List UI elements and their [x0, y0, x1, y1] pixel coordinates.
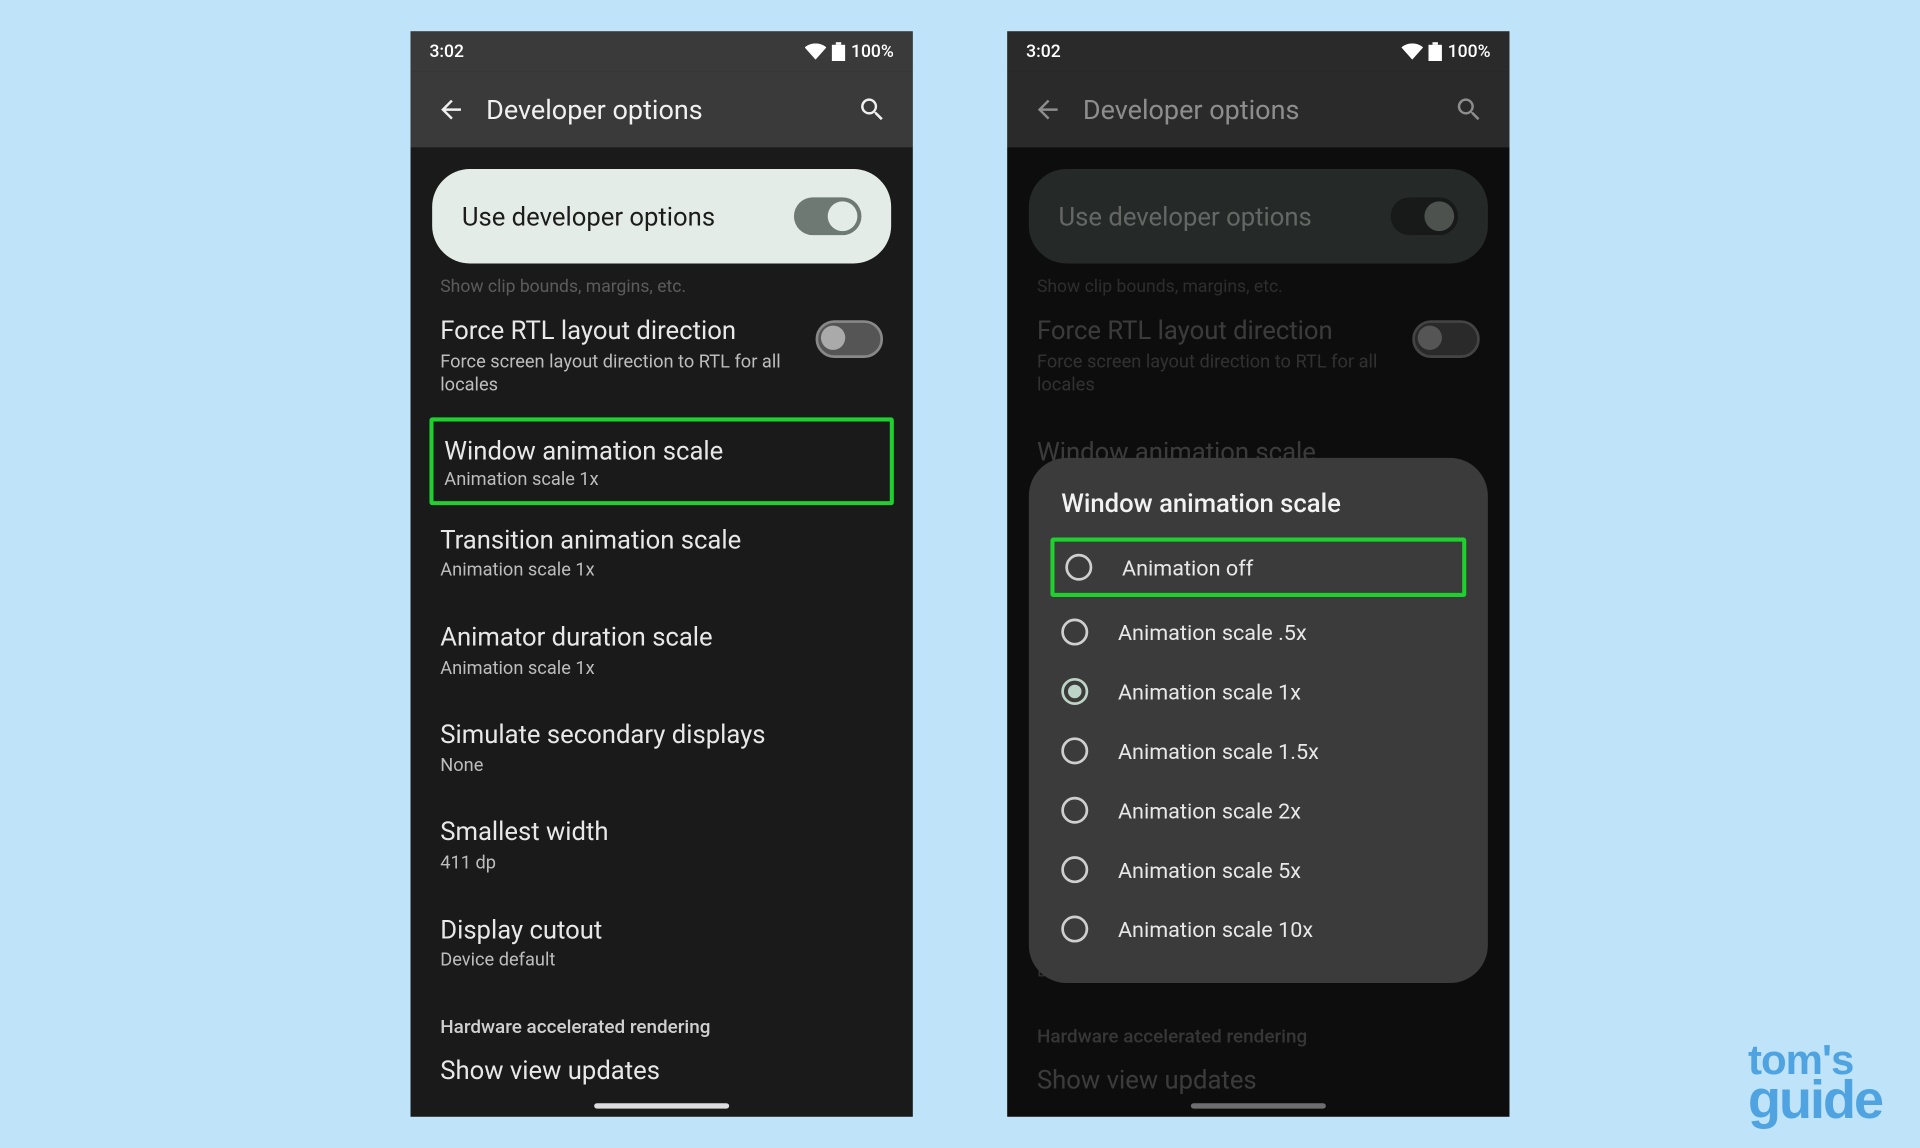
radio-animation-2x[interactable]: Animation scale 2x — [1029, 781, 1488, 840]
content-area[interactable]: Use developer options Show clip bounds, … — [411, 147, 913, 1116]
window-anim-sub: Animation scale 1x — [444, 468, 879, 490]
radio-label: Animation scale 5x — [1118, 857, 1301, 883]
setting-smallest-width[interactable]: Smallest width 411 dp — [411, 797, 913, 895]
sim-disp-title: Simulate secondary displays — [440, 719, 883, 752]
radio-icon — [1065, 554, 1092, 581]
radio-icon — [1061, 619, 1088, 646]
status-bar: 3:02 100% — [411, 31, 913, 72]
display-cutout-title: Display cutout — [440, 914, 883, 947]
radio-label: Animation scale 1x — [1118, 679, 1301, 705]
radio-label: Animation scale .5x — [1118, 619, 1307, 645]
radio-label: Animation off — [1122, 554, 1253, 580]
appbar-title: Developer options — [478, 93, 845, 125]
content-area: Use developer options Show clip bounds, … — [1007, 147, 1509, 1116]
radio-animation-05x[interactable]: Animation scale .5x — [1029, 602, 1488, 661]
search-button[interactable] — [1442, 83, 1496, 137]
radio-animation-10x[interactable]: Animation scale 10x — [1029, 899, 1488, 958]
arrow-back-icon — [436, 95, 466, 125]
wifi-icon — [1402, 43, 1424, 59]
show-view-updates-title: Show view updates — [440, 1055, 883, 1088]
radio-icon — [1061, 797, 1088, 824]
phone-left: 3:02 100% Developer options Use develope… — [411, 31, 913, 1116]
radio-label: Animation scale 1.5x — [1118, 738, 1319, 764]
setting-transition-anim[interactable]: Transition animation scale Animation sca… — [411, 505, 913, 603]
status-bar: 3:02 100% — [1007, 31, 1509, 72]
battery-percent: 100% — [851, 41, 894, 61]
radio-animation-15x[interactable]: Animation scale 1.5x — [1029, 721, 1488, 780]
radio-label: Animation scale 10x — [1118, 916, 1313, 942]
battery-icon — [1429, 42, 1443, 61]
force-rtl-title: Force RTL layout direction — [440, 315, 802, 348]
use-dev-options-label: Use developer options — [462, 201, 794, 232]
status-time: 3:02 — [1026, 41, 1061, 61]
setting-display-cutout[interactable]: Display cutout Device default — [411, 895, 913, 993]
animator-dur-title: Animator duration scale — [440, 621, 883, 654]
setting-simulate-displays[interactable]: Simulate secondary displays None — [411, 700, 913, 798]
force-rtl-switch[interactable] — [816, 320, 884, 358]
phone-right: 3:02 100% Developer options Use develope… — [1007, 31, 1509, 1116]
app-bar: Developer options — [411, 72, 913, 148]
appbar-title: Developer options — [1075, 93, 1442, 125]
radio-icon — [1061, 916, 1088, 943]
radio-icon — [1061, 856, 1088, 883]
smallest-width-sub: 411 dp — [440, 852, 883, 876]
search-icon — [857, 95, 887, 125]
search-button[interactable] — [845, 83, 899, 137]
sim-disp-sub: None — [440, 755, 883, 779]
radio-animation-1x[interactable]: Animation scale 1x — [1029, 662, 1488, 721]
radio-icon — [1061, 737, 1088, 764]
setting-animator-duration[interactable]: Animator duration scale Animation scale … — [411, 602, 913, 700]
window-anim-dialog: Window animation scale Animation off Ani… — [1029, 458, 1488, 983]
transition-anim-sub: Animation scale 1x — [440, 560, 883, 584]
radio-animation-off[interactable]: Animation off — [1055, 542, 1463, 593]
logo-line2: guide — [1748, 1078, 1882, 1124]
smallest-width-title: Smallest width — [440, 816, 883, 849]
highlight-animation-off: Animation off — [1050, 538, 1466, 597]
toms-guide-logo: tom's guide — [1748, 1042, 1882, 1124]
back-button[interactable] — [424, 83, 478, 137]
animator-dur-sub: Animation scale 1x — [440, 657, 883, 681]
force-rtl-sub: Force screen layout direction to RTL for… — [440, 351, 802, 398]
status-time: 3:02 — [429, 41, 464, 61]
use-dev-options-card[interactable]: Use developer options — [432, 169, 891, 264]
window-anim-title[interactable]: Window animation scale — [444, 435, 879, 466]
back-button[interactable] — [1021, 83, 1075, 137]
battery-percent: 100% — [1448, 41, 1491, 61]
search-icon — [1454, 95, 1484, 125]
status-right: 100% — [805, 41, 894, 61]
section-hw-rendering: Hardware accelerated rendering — [411, 992, 913, 1046]
arrow-back-icon — [1033, 95, 1063, 125]
dialog-title: Window animation scale — [1029, 488, 1488, 533]
app-bar: Developer options — [1007, 72, 1509, 148]
use-dev-options-switch[interactable] — [794, 197, 862, 235]
cutoff-prev-item: Show clip bounds, margins, etc. — [411, 277, 913, 296]
radio-animation-5x[interactable]: Animation scale 5x — [1029, 840, 1488, 899]
setting-force-rtl[interactable]: Force RTL layout direction Force screen … — [411, 296, 913, 417]
radio-label: Animation scale 2x — [1118, 797, 1301, 823]
radio-icon — [1061, 678, 1088, 705]
status-right: 100% — [1402, 41, 1491, 61]
battery-icon — [832, 42, 846, 61]
highlight-window-animation: Window animation scale Animation scale 1… — [429, 417, 893, 505]
nav-pill[interactable] — [594, 1103, 729, 1108]
setting-show-view-updates[interactable]: Show view updates — [411, 1046, 913, 1106]
wifi-icon — [805, 43, 827, 59]
transition-anim-title: Transition animation scale — [440, 524, 883, 557]
display-cutout-sub: Device default — [440, 950, 883, 974]
